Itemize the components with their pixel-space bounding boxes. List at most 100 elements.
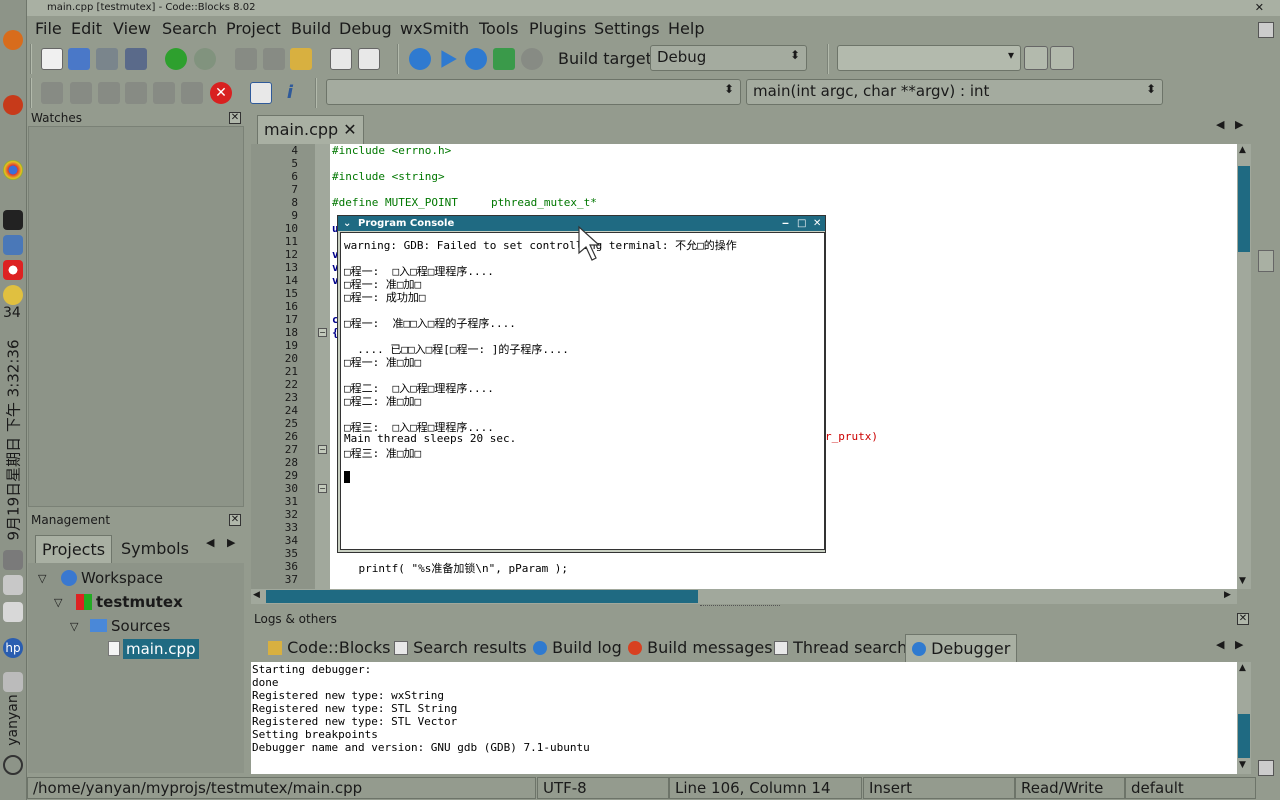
- scroll-left-icon[interactable]: ◀: [253, 590, 260, 600]
- tree-file-main[interactable]: main.cpp: [123, 639, 199, 659]
- tray-icon[interactable]: [1258, 22, 1274, 38]
- build-run-icon[interactable]: [465, 48, 487, 70]
- fold-toggle-icon[interactable]: −: [318, 484, 327, 493]
- scroll-down-icon[interactable]: ▼: [1239, 576, 1246, 586]
- scroll-up-icon[interactable]: ▲: [1239, 145, 1246, 155]
- debug-continue-icon[interactable]: [181, 82, 203, 104]
- tab-next-icon[interactable]: ▶: [1235, 118, 1243, 131]
- fold-margin[interactable]: [315, 144, 330, 589]
- volume-icon[interactable]: [3, 550, 23, 570]
- ubuntu-menu-icon[interactable]: [3, 30, 23, 50]
- tab-build-log[interactable]: Build log: [527, 634, 628, 662]
- close-logs-button[interactable]: ✕: [1237, 613, 1249, 625]
- expand-icon[interactable]: ▽: [70, 620, 78, 633]
- editor-hscrollbar[interactable]: ◀ ▶: [251, 589, 1237, 604]
- window-list-icon[interactable]: [3, 672, 23, 692]
- new-file-icon[interactable]: [41, 48, 63, 70]
- menu-search[interactable]: Search: [162, 19, 217, 38]
- menu-plugins[interactable]: Plugins: [529, 19, 586, 38]
- tab-build-messages[interactable]: Build messages: [622, 634, 779, 662]
- stop-debugger-icon[interactable]: ✕: [210, 82, 232, 104]
- open-file-icon[interactable]: [68, 48, 90, 70]
- splitter-handle[interactable]: [700, 605, 780, 608]
- menu-build[interactable]: Build: [291, 19, 331, 38]
- save-all-icon[interactable]: [125, 48, 147, 70]
- log-vscrollbar[interactable]: ▲ ▼: [1237, 662, 1251, 774]
- debug-step-out-icon[interactable]: [125, 82, 147, 104]
- close-icon[interactable]: ✕: [813, 216, 821, 231]
- debug-step-into-icon[interactable]: [98, 82, 120, 104]
- tree-workspace[interactable]: Workspace: [81, 569, 163, 587]
- abort-icon[interactable]: [521, 48, 543, 70]
- tab-main-cpp[interactable]: main.cpp ✕: [257, 115, 364, 145]
- tree-folder-sources[interactable]: Sources: [111, 617, 170, 635]
- tab-symbols[interactable]: Symbols: [115, 535, 195, 563]
- search-combo[interactable]: ▾: [837, 45, 1021, 71]
- copy-icon[interactable]: [263, 48, 285, 70]
- scroll-right-icon[interactable]: ▶: [1224, 590, 1231, 600]
- mail-icon[interactable]: [3, 602, 23, 622]
- menu-debug[interactable]: Debug: [339, 19, 392, 38]
- cut-icon[interactable]: [235, 48, 257, 70]
- fold-toggle-icon[interactable]: −: [318, 445, 327, 454]
- run-icon[interactable]: [441, 50, 457, 68]
- save-icon[interactable]: [96, 48, 118, 70]
- debug-step-icon[interactable]: [41, 82, 63, 104]
- menu-settings[interactable]: Settings: [594, 19, 660, 38]
- tab-codeblocks[interactable]: Code::Blocks: [262, 634, 396, 662]
- tab-next-icon[interactable]: ▶: [1235, 638, 1243, 651]
- minimize-icon[interactable]: ‒: [782, 216, 789, 231]
- search-options-icon[interactable]: [1050, 46, 1074, 70]
- scroll-up-icon[interactable]: ▲: [1239, 663, 1246, 673]
- scroll-thumb[interactable]: [1238, 166, 1250, 252]
- console-menu-icon[interactable]: ⌄: [343, 216, 351, 231]
- hscroll-thumb[interactable]: [266, 590, 698, 603]
- rebuild-icon[interactable]: [493, 48, 515, 70]
- tab-search-results[interactable]: Search results: [388, 634, 533, 662]
- tab-prev-icon[interactable]: ◀: [206, 536, 214, 549]
- debug-next-instr-icon[interactable]: [153, 82, 175, 104]
- paste-icon[interactable]: [290, 48, 312, 70]
- scope-select[interactable]: ⬍: [326, 79, 741, 105]
- search-go-icon[interactable]: [1024, 46, 1048, 70]
- trash-icon[interactable]: [1258, 760, 1274, 776]
- menu-edit[interactable]: Edit: [71, 19, 102, 38]
- close-watches-button[interactable]: ✕: [229, 112, 241, 124]
- undo-icon[interactable]: [165, 48, 187, 70]
- clock[interactable]: 9月19日星期日 下午 3:32:36: [0, 320, 26, 560]
- menu-wxsmith[interactable]: wxSmith: [400, 19, 469, 38]
- replace-icon[interactable]: [358, 48, 380, 70]
- power-icon[interactable]: [3, 755, 23, 775]
- close-management-button[interactable]: ✕: [229, 514, 241, 526]
- scroll-down-icon[interactable]: ▼: [1239, 760, 1246, 770]
- menu-file[interactable]: File: [35, 19, 62, 38]
- editor-vscrollbar[interactable]: ▲ ▼: [1237, 144, 1251, 589]
- tab-prev-icon[interactable]: ◀: [1216, 118, 1224, 131]
- debug-next-icon[interactable]: [70, 82, 92, 104]
- menu-project[interactable]: Project: [226, 19, 281, 38]
- info-icon[interactable]: i: [279, 82, 301, 104]
- help-icon[interactable]: [3, 260, 23, 280]
- terminal-icon[interactable]: [3, 210, 23, 230]
- close-window-button[interactable]: ✕: [1255, 0, 1264, 16]
- expand-icon[interactable]: ▽: [54, 596, 62, 609]
- tab-prev-icon[interactable]: ◀: [1216, 638, 1224, 651]
- tree-project[interactable]: testmutex: [96, 593, 183, 611]
- network-icon[interactable]: [3, 235, 23, 255]
- menu-view[interactable]: View: [113, 19, 151, 38]
- tab-projects[interactable]: Projects: [35, 535, 113, 563]
- hp-icon[interactable]: hp: [3, 638, 23, 658]
- tab-next-icon[interactable]: ▶: [227, 536, 235, 549]
- mute-icon[interactable]: [3, 575, 23, 595]
- desktop-widget[interactable]: [1258, 250, 1274, 272]
- fold-toggle-icon[interactable]: −: [318, 328, 327, 337]
- console-output[interactable]: warning: GDB: Failed to set controlling …: [340, 232, 825, 550]
- watches-panel[interactable]: [28, 126, 244, 507]
- debug-windows-icon[interactable]: [250, 82, 272, 104]
- redo-icon[interactable]: [194, 48, 216, 70]
- maximize-icon[interactable]: □: [797, 216, 806, 231]
- menu-tools[interactable]: Tools: [479, 19, 518, 38]
- find-icon[interactable]: [330, 48, 352, 70]
- tab-thread-search[interactable]: Thread search: [768, 634, 913, 662]
- tab-debugger[interactable]: Debugger: [905, 634, 1018, 662]
